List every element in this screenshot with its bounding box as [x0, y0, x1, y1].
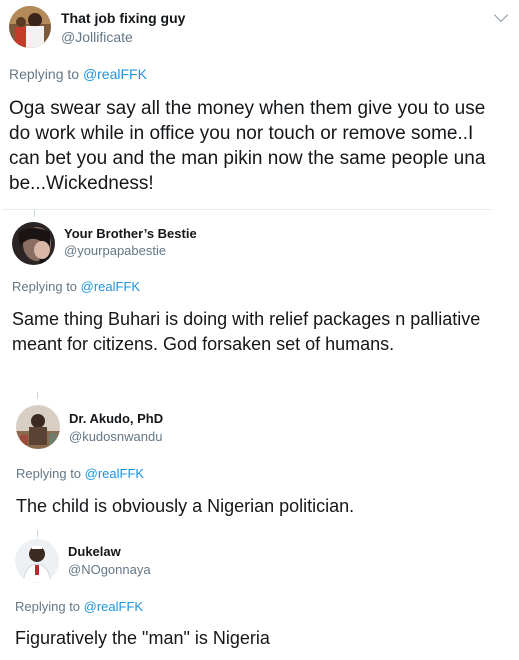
display-name[interactable]: Dr. Akudo, PhD: [69, 411, 163, 426]
tweet[interactable]: Dr. Akudo, PhD @kudosnwandu Replying to …: [0, 392, 519, 530]
replying-to: Replying to @realFFK: [9, 66, 147, 82]
display-name[interactable]: Dukelaw: [68, 544, 121, 559]
thread-connector: [34, 210, 35, 217]
user-handle[interactable]: @Jollificate: [61, 29, 133, 45]
replying-prefix: Replying to: [12, 279, 81, 294]
avatar-photo-icon: [12, 222, 55, 265]
tweet-text: Oga swear say all the money when them gi…: [9, 98, 486, 194]
thread-connector: [37, 530, 38, 537]
tweet[interactable]: That job fixing guy @Jollificate Replyin…: [0, 0, 519, 210]
avatar[interactable]: [12, 222, 55, 265]
thread-connector: [37, 392, 38, 399]
tweet[interactable]: Your Brother’s Bestie @yourpapabestie Re…: [0, 210, 519, 386]
mention-link[interactable]: @realFFK: [84, 599, 143, 614]
tweet-text: The child is obviously a Nigerian politi…: [16, 496, 355, 516]
avatar[interactable]: [15, 539, 59, 583]
display-name[interactable]: Your Brother’s Bestie: [64, 226, 197, 241]
avatar-photo-icon: [15, 539, 59, 583]
mention-link[interactable]: @realFFK: [85, 466, 144, 481]
avatar-photo-icon: [9, 6, 51, 48]
replying-to: Replying to @realFFK: [12, 279, 140, 294]
avatar[interactable]: [9, 6, 51, 48]
avatar[interactable]: [16, 405, 60, 449]
replying-prefix: Replying to: [15, 599, 84, 614]
replying-to: Replying to @realFFK: [15, 599, 143, 614]
mention-link[interactable]: @realFFK: [83, 66, 147, 82]
user-handle[interactable]: @yourpapabestie: [64, 243, 166, 258]
tweet[interactable]: Dukelaw @NOgonnaya Replying to @realFFK …: [0, 530, 519, 660]
replying-to: Replying to @realFFK: [16, 466, 144, 481]
chevron-down-icon[interactable]: [493, 7, 509, 23]
replying-prefix: Replying to: [16, 466, 85, 481]
mention-link[interactable]: @realFFK: [81, 279, 140, 294]
user-handle[interactable]: @NOgonnaya: [68, 562, 151, 577]
avatar-photo-icon: [16, 405, 60, 449]
user-handle[interactable]: @kudosnwandu: [69, 429, 162, 444]
tweet-text: Same thing Buhari is doing with relief p…: [12, 309, 481, 354]
tweet-text: Figuratively the "man" is Nigeria: [15, 628, 270, 648]
replying-prefix: Replying to: [9, 66, 83, 82]
display-name[interactable]: That job fixing guy: [61, 10, 185, 26]
